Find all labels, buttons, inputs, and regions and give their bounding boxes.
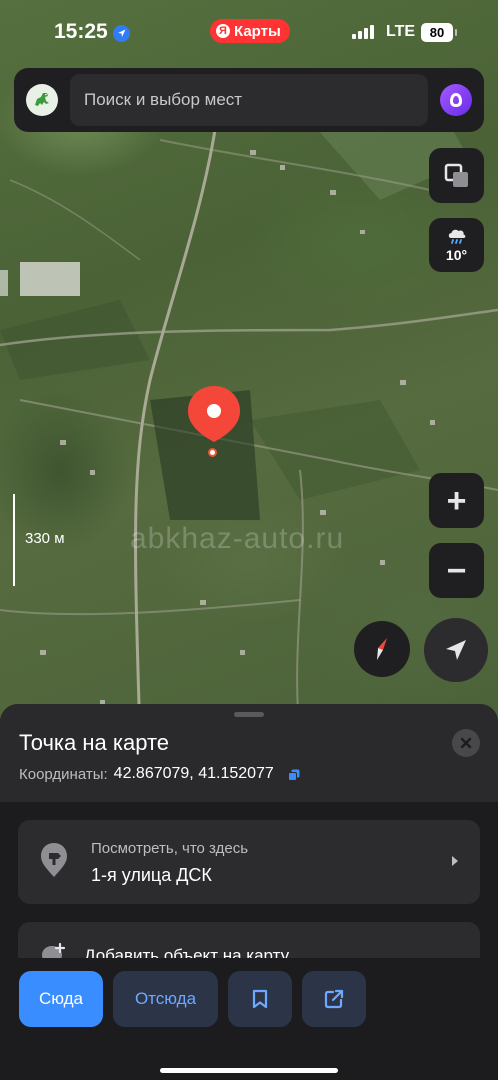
sheet-title: Точка на карте [19,730,170,755]
cloud-rain-icon [448,229,465,244]
chevron-right-icon [452,856,458,866]
plus-icon: + [446,481,467,520]
status-time: 15:25 [54,20,108,43]
pin-anchor-dot [208,448,217,457]
action-bar: Сюда Отсюда [0,958,498,1080]
status-bar: 15:25 Я Карты LTE 80 [0,0,498,66]
map-watermark: abkhaz-auto.ru [130,522,345,555]
selected-point-pin-icon[interactable] [187,384,241,444]
battery-indicator: 80 [421,23,457,42]
whats-here-label: Посмотреть, что здесь [91,840,249,857]
place-card-sheet: Точка на карте Координаты: 42.867079, 41… [0,704,498,1080]
zoom-in-button[interactable]: + [429,473,484,528]
map-scale-bar [13,494,15,586]
share-icon [324,989,344,1009]
map-layers-button[interactable] [429,148,484,203]
sheet-header: Точка на карте Координаты: 42.867079, 41… [0,704,498,802]
cellular-signal-icon [352,25,374,39]
coordinates-value[interactable]: 42.867079, 41.152077 [114,765,274,783]
coordinates-label: Координаты: [19,765,108,783]
route-from-button[interactable]: Отсюда [113,971,218,1027]
bookmark-icon [252,989,268,1009]
app-badge[interactable]: Я Карты [210,19,290,43]
home-indicator[interactable] [160,1068,338,1073]
my-location-button[interactable] [424,618,488,682]
zoom-out-button[interactable]: − [429,543,484,598]
bookmark-button[interactable] [228,971,292,1027]
compass-button[interactable] [354,621,410,677]
sheet-grabber[interactable] [234,712,264,717]
app-badge-label: Карты [234,22,281,40]
weather-temperature: 10° [445,247,468,263]
close-icon [460,737,472,749]
map-view[interactable]: abkhaz-auto.ru 15:25 Я Карты LTE 80 Поис… [0,0,498,740]
whats-here-address: 1-я улица ДСК [91,865,212,885]
coordinates-row: Координаты: 42.867079, 41.152077 [19,765,300,783]
location-services-icon [113,25,130,42]
share-button[interactable] [302,971,366,1027]
minus-icon: − [446,551,467,590]
search-bar [14,68,484,132]
route-here-button[interactable]: Сюда [19,971,103,1027]
network-type: LTE [386,23,416,40]
profile-avatar-dino-icon[interactable] [26,84,58,116]
map-scale-label: 330 м [25,530,65,547]
signpost-pin-icon [41,843,67,877]
close-button[interactable] [452,729,480,757]
copy-icon[interactable] [287,768,300,781]
search-input[interactable] [70,74,428,126]
navigation-arrow-icon [446,640,466,660]
layers-icon [444,163,468,187]
whats-here-card[interactable]: Посмотреть, что здесь 1-я улица ДСК [18,820,480,904]
yandex-logo-icon: Я [216,24,230,38]
weather-widget[interactable]: 10° [429,218,484,272]
compass-icon [377,638,387,660]
alice-voice-assistant-icon[interactable] [440,84,472,116]
